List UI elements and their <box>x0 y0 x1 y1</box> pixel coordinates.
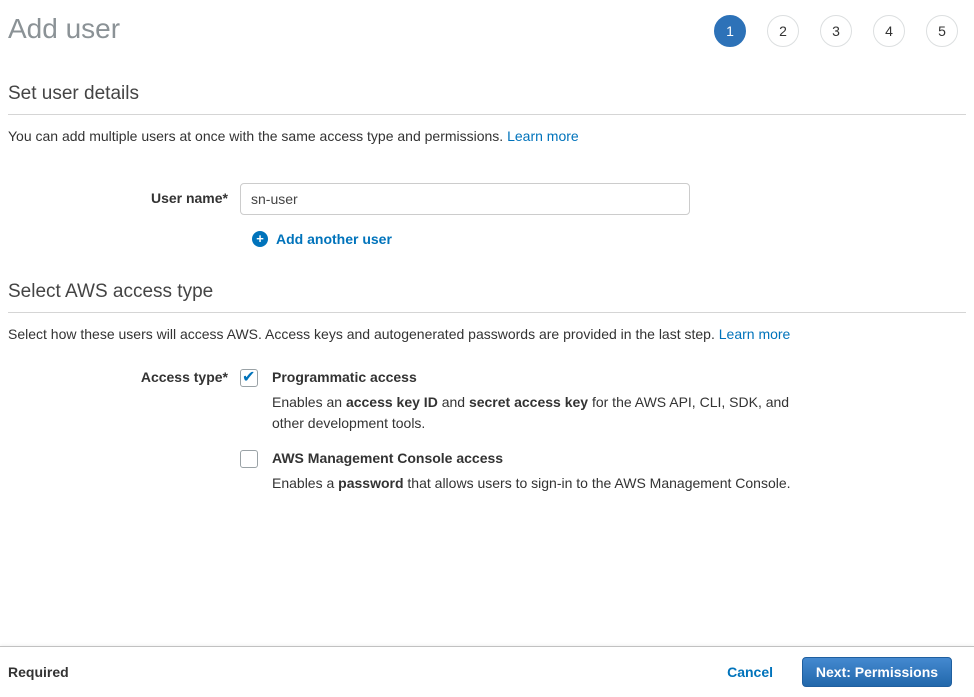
desc-bold: secret access key <box>469 394 588 410</box>
plus-circle-icon: + <box>252 231 268 247</box>
user-details-intro-text: You can add multiple users at once with … <box>8 128 507 144</box>
wizard-step-4[interactable]: 4 <box>873 15 905 47</box>
select-access-type-heading: Select AWS access type <box>8 281 966 303</box>
user-name-row: User name* <box>8 183 966 215</box>
next-permissions-button[interactable]: Next: Permissions <box>802 657 952 687</box>
console-access-option: ✔ AWS Management Console access Enables … <box>240 450 804 494</box>
wizard-footer: Required Cancel Next: Permissions <box>0 646 974 697</box>
page-title: Add user <box>8 12 120 46</box>
programmatic-access-title[interactable]: Programmatic access <box>272 369 804 385</box>
wizard-step-3[interactable]: 3 <box>820 15 852 47</box>
programmatic-access-body: Programmatic access Enables an access ke… <box>272 369 804 434</box>
access-type-intro: Select how these users will access AWS. … <box>8 325 966 345</box>
cancel-button[interactable]: Cancel <box>727 664 773 680</box>
access-type-intro-text: Select how these users will access AWS. … <box>8 326 719 342</box>
add-another-user-label: Add another user <box>276 231 392 247</box>
console-access-body: AWS Management Console access Enables a … <box>272 450 791 494</box>
desc-text: that allows users to sign-in to the AWS … <box>404 475 791 491</box>
wizard-step-1[interactable]: 1 <box>714 15 746 47</box>
learn-more-link-access-type[interactable]: Learn more <box>719 326 791 342</box>
programmatic-access-desc: Enables an access key ID and secret acce… <box>272 392 804 434</box>
required-label: Required <box>8 664 69 680</box>
console-access-checkbox[interactable]: ✔ <box>240 450 258 468</box>
section-divider <box>8 114 966 115</box>
console-access-title[interactable]: AWS Management Console access <box>272 450 791 466</box>
console-access-desc: Enables a password that allows users to … <box>272 473 791 494</box>
desc-text: and <box>438 394 469 410</box>
add-another-user-row: + Add another user <box>252 230 966 247</box>
footer-actions: Cancel Next: Permissions <box>727 657 952 687</box>
access-type-row: Access type* ✔ Programmatic access Enabl… <box>8 369 966 494</box>
access-type-label: Access type* <box>8 369 240 385</box>
page-header: Add user 1 2 3 4 5 <box>0 0 974 47</box>
programmatic-access-checkbox[interactable]: ✔ <box>240 369 258 387</box>
programmatic-access-option: ✔ Programmatic access Enables an access … <box>240 369 804 434</box>
desc-bold: access key ID <box>346 394 438 410</box>
access-type-options: ✔ Programmatic access Enables an access … <box>240 369 804 494</box>
wizard-step-2[interactable]: 2 <box>767 15 799 47</box>
learn-more-link-user-details[interactable]: Learn more <box>507 128 579 144</box>
wizard-steps: 1 2 3 4 5 <box>714 12 958 47</box>
set-user-details-heading: Set user details <box>8 83 966 105</box>
add-another-user-button[interactable]: + Add another user <box>252 231 392 247</box>
user-details-intro: You can add multiple users at once with … <box>8 127 966 147</box>
desc-text: Enables a <box>272 475 338 491</box>
user-name-label: User name* <box>8 183 240 206</box>
wizard-step-5[interactable]: 5 <box>926 15 958 47</box>
check-icon: ✔ <box>242 367 255 387</box>
section-divider <box>8 312 966 313</box>
desc-text: Enables an <box>272 394 346 410</box>
desc-bold: password <box>338 475 403 491</box>
user-name-input[interactable] <box>240 183 690 215</box>
